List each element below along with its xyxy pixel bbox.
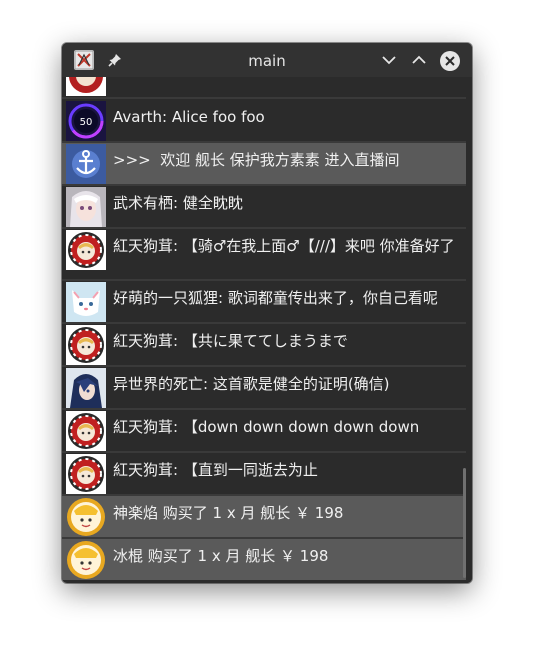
title-bar[interactable]: main: [62, 43, 472, 77]
list-item: >>> 欢迎 舰长 保护我方素素 进入直播间: [62, 143, 466, 184]
message-text: 紅天狗茸: 【共に果ててしまうまで: [113, 332, 348, 350]
message-text: Avarth: Alice foo foo: [113, 108, 265, 126]
message-text: 紅天狗茸: 【down down down down down: [113, 418, 420, 436]
list-item: 紅天狗茸: 【down down down down down: [62, 410, 466, 451]
message-text: 异世界的死亡: 这首歌是健全的证明(确信): [113, 375, 390, 393]
list-item: 武术有栖: 健全眈眈: [62, 186, 466, 227]
captain-avatar: [66, 497, 106, 537]
level-text: 50: [80, 117, 93, 128]
message-text: 神楽焰 购买了 1 x 月 舰长 ￥ 198: [113, 504, 344, 522]
main-window: main 50 Avarth: Alice foo foo >>> 欢迎 舰长 …: [62, 43, 472, 583]
scrollbar-thumb[interactable]: [463, 468, 466, 578]
message-text: 冰棍 购买了 1 x 月 舰长 ￥ 198: [113, 547, 329, 565]
chevron-up-icon[interactable]: [409, 50, 429, 70]
anime-girl-avatar: [66, 187, 106, 227]
avatar: [66, 77, 106, 96]
message-text: 武术有栖: 健全眈眈: [113, 194, 243, 212]
list-item: 紅天狗茸: 【直到一同逝去为止: [62, 453, 466, 494]
tengu-avatar: [66, 325, 106, 365]
message-text: 紅天狗茸: 【骑♂在我上面♂【///】来吧 你准备好了: [113, 237, 455, 255]
level-ring-avatar: 50: [66, 101, 106, 141]
message-text: 好萌的一只狐狸: 歌词都童传出来了，你自己看呢: [113, 289, 438, 307]
list-item: 神楽焰 购买了 1 x 月 舰长 ￥ 198: [62, 496, 466, 537]
list-item: [62, 77, 466, 96]
blue-hair-avatar: [66, 368, 106, 408]
close-icon[interactable]: [439, 50, 460, 71]
message-text: 紅天狗茸: 【直到一同逝去为止: [113, 461, 318, 479]
list-item: 好萌的一只狐狸: 歌词都童传出来了，你自己看呢: [62, 281, 466, 322]
list-item: 异世界的死亡: 这首歌是健全的证明(确信): [62, 367, 466, 408]
anchor-badge-avatar: [66, 144, 106, 184]
tengu-avatar: [66, 411, 106, 451]
captain-avatar: [66, 540, 106, 580]
list-item: 紅天狗茸: 【共に果ててしまうまで: [62, 324, 466, 365]
tengu-avatar: [66, 454, 106, 494]
list-item: 冰棍 购买了 1 x 月 舰长 ￥ 198: [62, 539, 466, 580]
fox-avatar: [66, 282, 106, 322]
scrollbar-track[interactable]: [466, 77, 472, 583]
chevron-down-icon[interactable]: [379, 50, 399, 70]
list-item: 紅天狗茸: 【骑♂在我上面♂【///】来吧 你准备好了: [62, 229, 466, 279]
danmaku-list[interactable]: 50 Avarth: Alice foo foo >>> 欢迎 舰长 保护我方素…: [62, 77, 466, 583]
tengu-avatar: [66, 230, 106, 270]
list-item: 50 Avarth: Alice foo foo: [62, 100, 466, 141]
message-text: >>> 欢迎 舰长 保护我方素素 进入直播间: [113, 151, 400, 169]
